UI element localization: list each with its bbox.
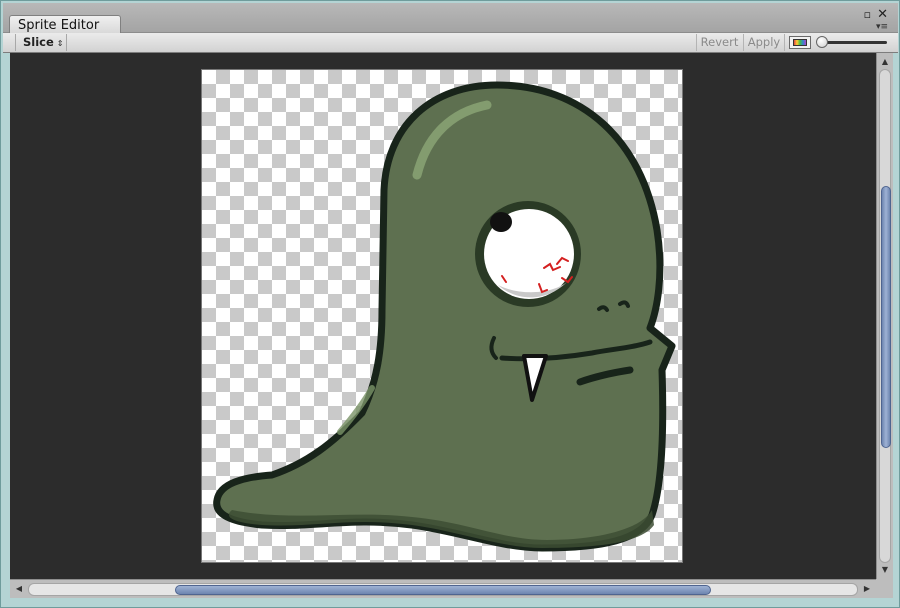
monster-sprite-image (213, 81, 676, 552)
toolbar: Slice ⇕ Revert Apply (3, 33, 898, 53)
scroll-up-arrow-icon[interactable]: ▲ (877, 55, 893, 69)
vertical-scroll-thumb[interactable] (881, 186, 891, 448)
pupil (490, 212, 512, 232)
dropdown-arrow-icon: ⇕ (56, 39, 64, 48)
horizontal-scroll-track[interactable] (28, 583, 858, 596)
slice-label: Slice (23, 35, 54, 49)
slice-dropdown[interactable]: Slice ⇕ (15, 34, 67, 51)
scroll-down-arrow-icon[interactable]: ▼ (877, 563, 893, 577)
maximize-icon[interactable]: ▫ (864, 9, 871, 21)
zoom-slider-track[interactable] (823, 41, 887, 44)
zoom-slider-thumb[interactable] (816, 36, 828, 48)
scrollbar-corner (876, 579, 893, 598)
sprite-editor-window: Sprite Editor ▫ ✕ ▾≡ Slice ⇕ Revert Apply (0, 0, 900, 608)
apply-button[interactable]: Apply (743, 34, 785, 51)
close-icon[interactable]: ✕ (877, 8, 888, 21)
revert-button[interactable]: Revert (696, 34, 742, 51)
scroll-right-arrow-icon[interactable]: ▶ (860, 582, 874, 596)
scroll-left-arrow-icon[interactable]: ◀ (12, 582, 26, 596)
window-controls: ▫ ✕ (864, 8, 888, 21)
vertical-scroll-track[interactable] (879, 69, 891, 563)
sprite-viewport[interactable] (10, 53, 876, 579)
horizontal-scrollbar[interactable]: ◀ ▶ (10, 579, 876, 598)
tab-sprite-editor[interactable]: Sprite Editor (9, 15, 121, 35)
sprite-texture[interactable] (201, 69, 683, 563)
horizontal-scroll-thumb[interactable] (175, 585, 711, 595)
vertical-scrollbar[interactable]: ▲ ▼ (876, 53, 893, 579)
tab-bar: Sprite Editor ▫ ✕ ▾≡ (3, 3, 898, 35)
rgb-channel-icon[interactable] (789, 36, 811, 49)
monster-body (213, 81, 676, 552)
menu-icon[interactable]: ▾≡ (876, 23, 888, 32)
